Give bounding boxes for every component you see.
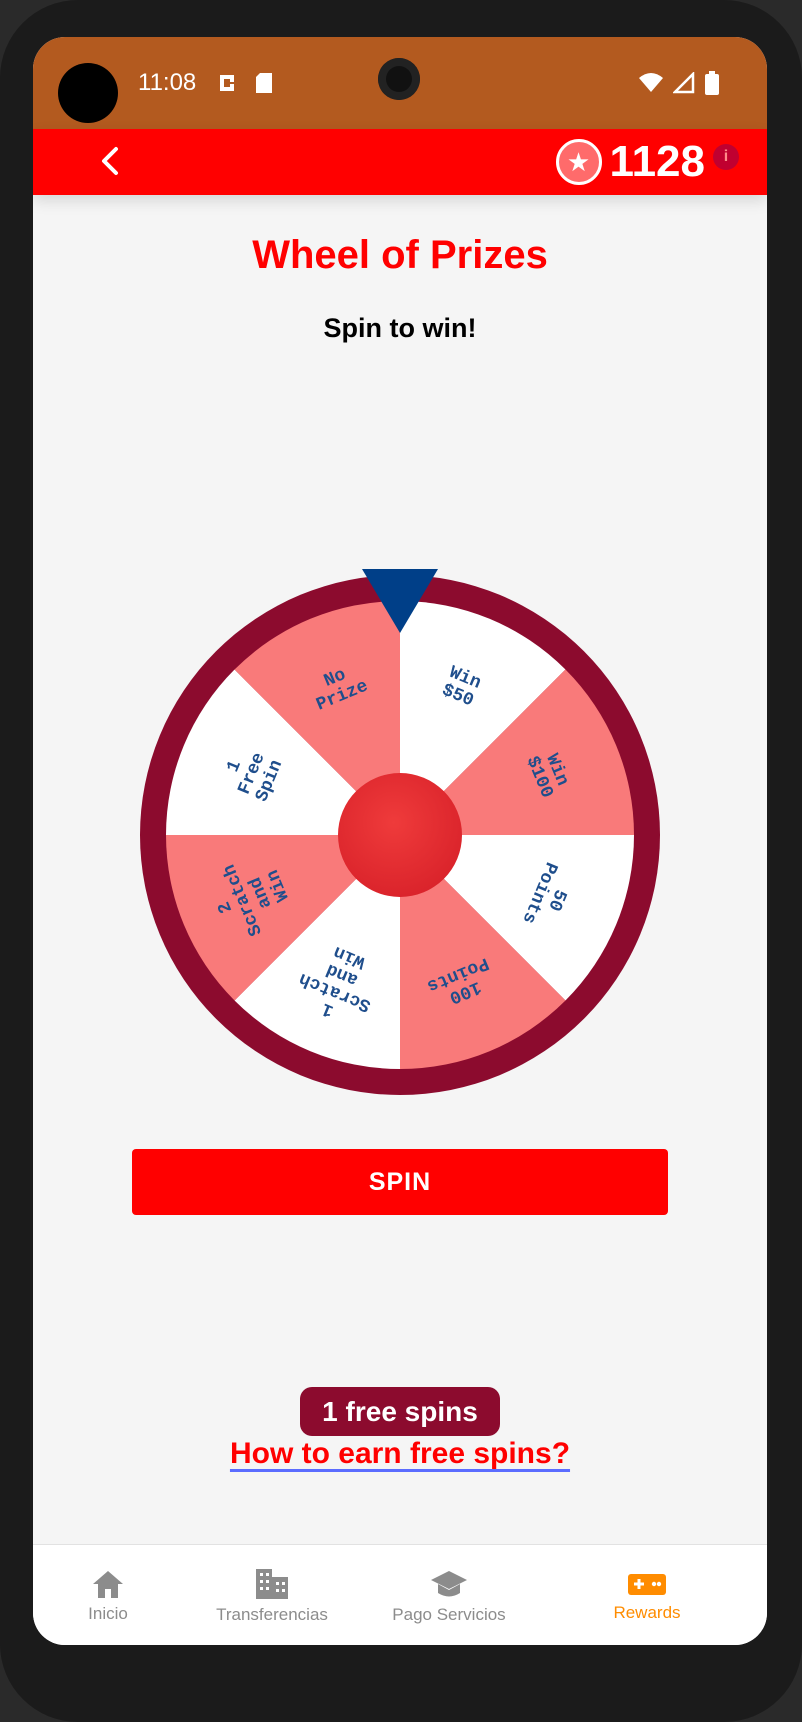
front-camera: [378, 58, 420, 100]
home-icon: [93, 1570, 123, 1598]
prize-wheel[interactable]: Win$50Win$10050Points100Points1Scratchan…: [130, 565, 670, 1105]
free-spins-badge: 1 free spins: [300, 1387, 500, 1436]
points-value: 1128: [609, 137, 705, 186]
battery-icon: [705, 71, 719, 95]
nav-label: Rewards: [613, 1602, 681, 1622]
nav-item-transferencias[interactable]: Transferencias: [187, 1545, 357, 1645]
page-subtitle: Spin to win!: [323, 313, 477, 343]
how-to-earn-link[interactable]: How to earn free spins?: [33, 1437, 767, 1471]
punch-hole: [58, 63, 118, 123]
nav-item-inicio[interactable]: Inicio: [53, 1545, 163, 1645]
app-bar: ★ 1128 i: [33, 129, 767, 195]
wheel-hub: [338, 773, 462, 897]
building-icon: [256, 1568, 288, 1599]
nav-label: Inicio: [88, 1603, 128, 1623]
spin-button[interactable]: SPIN: [132, 1149, 668, 1215]
nav-label: Pago Servicios: [392, 1604, 506, 1624]
nav-label: Transferencias: [216, 1604, 328, 1624]
info-icon[interactable]: i: [713, 144, 739, 170]
status-notification-icons: [217, 71, 273, 94]
status-time: 11:08: [138, 69, 197, 96]
page-title: Wheel of Prizes: [252, 233, 548, 277]
signal-icon: [672, 70, 695, 94]
graduation-cap-icon: [431, 1570, 467, 1596]
phone-frame: 11:08 ★ 1128 i Wheel of Prizes Spin to w…: [0, 0, 802, 1722]
status-bar: 11:08: [33, 37, 767, 129]
bottom-navigation: Inicio Transferencias Pago Servicios Rew…: [33, 1544, 767, 1645]
back-button[interactable]: [89, 139, 133, 183]
nav-item-pago-servicios[interactable]: Pago Servicios: [369, 1545, 529, 1645]
star-icon: ★: [555, 139, 602, 185]
sync-icon: [220, 74, 234, 91]
screen: 11:08 ★ 1128 i Wheel of Prizes Spin to w…: [33, 37, 767, 1645]
chevron-left-icon: [102, 147, 118, 175]
nav-item-rewards[interactable]: Rewards: [587, 1545, 707, 1645]
status-system-icons: [638, 70, 719, 95]
wifi-icon: [638, 73, 663, 92]
gamepad-icon: [628, 1573, 666, 1595]
points-balance: ★ 1128 i: [555, 131, 739, 193]
sd-card-icon: [255, 72, 272, 93]
